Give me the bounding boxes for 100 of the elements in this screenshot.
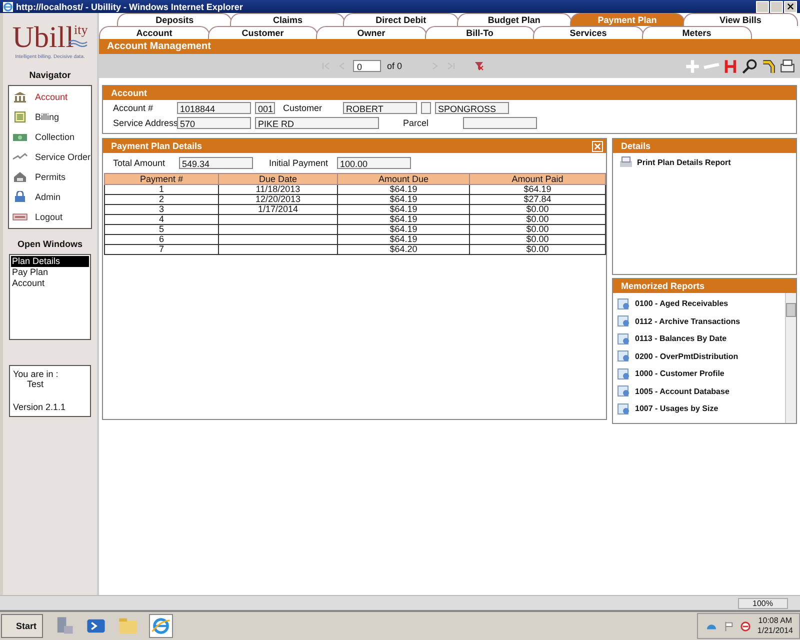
close-button[interactable] bbox=[784, 0, 797, 12]
filter-clear-icon[interactable] bbox=[474, 61, 484, 71]
report-icon bbox=[617, 332, 631, 345]
scrollbar[interactable] bbox=[785, 293, 796, 423]
report-icon bbox=[617, 368, 631, 380]
table-cell: $27.84 bbox=[470, 194, 606, 204]
navigator-item[interactable]: Collection bbox=[9, 127, 91, 147]
flag-icon[interactable] bbox=[723, 620, 734, 632]
nav-icon bbox=[12, 171, 28, 183]
tab[interactable]: Services bbox=[533, 26, 644, 39]
table-cell: $64.20 bbox=[338, 244, 470, 254]
input-field[interactable]: 100.00 bbox=[337, 157, 411, 169]
close-icon bbox=[787, 3, 794, 10]
tab[interactable]: Direct Debit bbox=[343, 13, 459, 26]
input-field[interactable]: 570 bbox=[177, 117, 251, 129]
session-label: You are in : bbox=[13, 369, 60, 379]
field-label: Total Amount bbox=[113, 158, 166, 168]
input-field[interactable]: PIKE RD bbox=[255, 117, 379, 129]
table-cell: $64.19 bbox=[470, 184, 606, 194]
panel-title: Payment Plan Details bbox=[111, 140, 202, 153]
report-link[interactable]: 1007 - Usages by Size bbox=[635, 404, 718, 414]
field-label: Account # bbox=[113, 103, 154, 113]
report-icon bbox=[617, 315, 631, 328]
table-cell: 6 bbox=[104, 234, 218, 244]
open-window-item[interactable]: Account bbox=[11, 278, 89, 289]
page-title: Account Management bbox=[107, 41, 211, 52]
report-link[interactable]: 1000 - Customer Profile bbox=[635, 369, 724, 378]
input-field[interactable]: 001 bbox=[255, 102, 275, 114]
clock-date: 1/21/2014 bbox=[757, 626, 793, 636]
panel-title: Details bbox=[613, 139, 796, 153]
report-link[interactable]: 0100 - Aged Receivables bbox=[635, 299, 728, 308]
no-entry-icon[interactable] bbox=[740, 620, 752, 632]
column-header[interactable]: Amount Paid bbox=[470, 174, 606, 184]
panel-title: Account bbox=[103, 86, 796, 100]
table-cell: $64.19 bbox=[338, 204, 470, 214]
zoom-control[interactable]: 100% bbox=[738, 598, 788, 608]
table-cell: $0.00 bbox=[470, 204, 606, 214]
report-link[interactable]: 0113 - Balances By Date bbox=[635, 334, 727, 344]
tab[interactable]: Customer bbox=[208, 26, 318, 39]
tab[interactable]: Bill-To bbox=[424, 26, 535, 39]
table-cell: 11/18/2013 bbox=[218, 184, 338, 194]
print-icon[interactable] bbox=[779, 58, 796, 74]
navigator-item[interactable]: Admin bbox=[9, 187, 91, 207]
navigator-item[interactable]: Account bbox=[9, 87, 91, 107]
table-cell: $0.00 bbox=[470, 234, 606, 244]
tab[interactable]: View Bills bbox=[682, 13, 798, 26]
table-cell: 2 bbox=[104, 194, 218, 204]
open-window-item[interactable]: Pay Plan bbox=[11, 267, 89, 278]
report-link[interactable]: 0200 - OverPmtDistribution bbox=[635, 352, 738, 361]
navigator-item[interactable]: Service Order bbox=[9, 147, 91, 167]
tab[interactable]: Meters bbox=[642, 26, 752, 39]
input-field[interactable] bbox=[421, 102, 431, 114]
table-cell: $0.00 bbox=[470, 224, 606, 234]
table-cell: $64.19 bbox=[338, 224, 470, 234]
maximize-button[interactable] bbox=[770, 0, 783, 12]
tab[interactable]: Claims bbox=[230, 13, 346, 26]
column-header[interactable]: Due Date bbox=[218, 174, 338, 184]
input-field[interactable] bbox=[463, 117, 537, 129]
navigator-item[interactable]: Permits bbox=[9, 167, 91, 187]
field-label: Parcel bbox=[402, 118, 430, 128]
tab[interactable]: Owner bbox=[316, 26, 426, 39]
nav-icon bbox=[12, 91, 28, 103]
tab[interactable]: Budget Plan bbox=[456, 13, 572, 26]
nav-icon bbox=[12, 211, 28, 223]
table-cell: 1/17/2014 bbox=[218, 204, 338, 214]
clock-time: 10:08 AM bbox=[758, 616, 792, 626]
column-header[interactable]: Amount Due bbox=[338, 174, 470, 184]
browser-icon[interactable] bbox=[148, 614, 173, 638]
input-field[interactable]: 549.34 bbox=[179, 157, 253, 169]
tab[interactable]: Account bbox=[99, 26, 210, 39]
input-field[interactable]: ROBERT bbox=[343, 102, 417, 114]
navigator-item[interactable]: Logout bbox=[9, 207, 91, 227]
table-cell: $64.19 bbox=[338, 214, 470, 224]
input-field[interactable]: 1018844 bbox=[177, 102, 251, 114]
report-link[interactable]: 0112 - Archive Transactions bbox=[635, 316, 740, 326]
navigator-item[interactable]: Billing bbox=[9, 107, 91, 127]
report-icon bbox=[617, 350, 631, 362]
window-title: http://localhost/ - Ubillity - Windows Internet Explorer bbox=[16, 2, 244, 12]
table-cell: $64.19 bbox=[338, 184, 470, 194]
input-field[interactable]: SPONGROSS bbox=[435, 102, 509, 114]
start-button[interactable]: Start bbox=[1, 614, 43, 638]
open-window-item[interactable]: Plan Details bbox=[11, 256, 89, 267]
table-cell: 1 bbox=[104, 184, 218, 194]
minimize-button[interactable] bbox=[756, 0, 769, 12]
table-cell: $0.00 bbox=[470, 244, 606, 254]
nav-icon bbox=[12, 191, 28, 203]
column-header[interactable]: Payment # bbox=[104, 174, 218, 184]
report-icon bbox=[617, 298, 631, 310]
report-link[interactable]: 1005 - Account Database bbox=[635, 386, 730, 396]
curved-arrow-icon[interactable] bbox=[760, 58, 777, 74]
logo-superscript: ity bbox=[74, 23, 88, 37]
report-link[interactable]: Print Plan Details Report bbox=[637, 158, 731, 166]
tab[interactable]: Deposits bbox=[117, 13, 232, 26]
session-environment: Test bbox=[26, 379, 45, 389]
search-icon[interactable] bbox=[741, 58, 758, 74]
logo-text: Ubill bbox=[12, 23, 74, 53]
page-number-field[interactable]: 0 bbox=[353, 60, 381, 72]
field-label: Customer bbox=[282, 103, 324, 113]
navigator-title: Navigator bbox=[29, 70, 71, 80]
report-icon bbox=[617, 402, 631, 415]
